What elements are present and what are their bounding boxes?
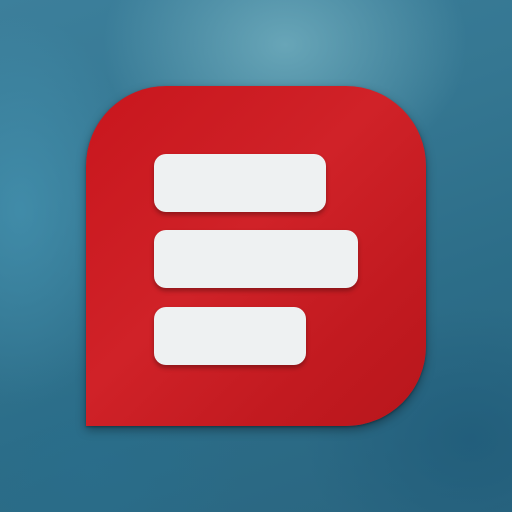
app-icon-bar-middle: [154, 230, 358, 288]
app-icon-bar-bottom: [154, 307, 306, 365]
app-icon-bar-top: [154, 154, 326, 212]
app-icon[interactable]: [86, 86, 426, 426]
